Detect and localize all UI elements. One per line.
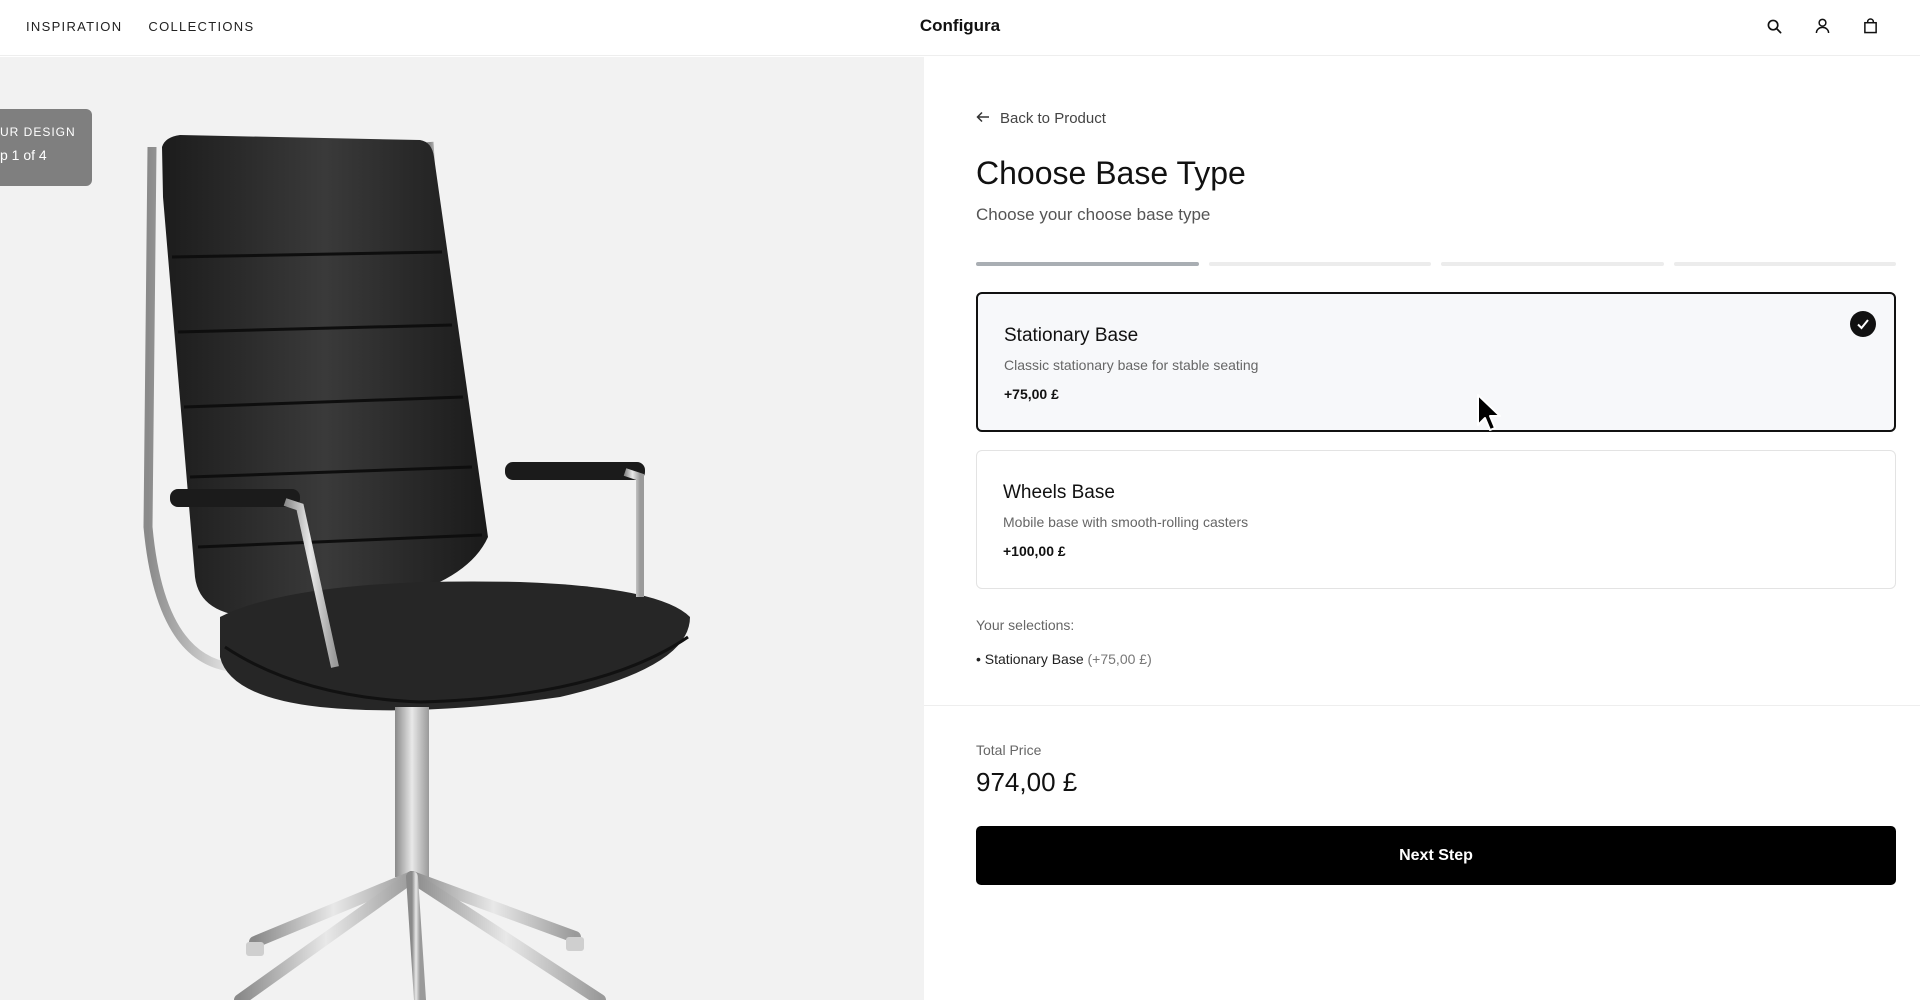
back-link-label: Back to Product: [1000, 110, 1106, 127]
step-badge-title: UR DESIGN: [0, 125, 76, 139]
header-actions: [1764, 16, 1880, 36]
page-subtitle: Choose your choose base type: [976, 205, 1211, 224]
total-price-label: Total Price: [976, 742, 1042, 758]
option-name: Stationary Base: [1004, 325, 1139, 346]
option-name: Wheels Base: [1003, 482, 1115, 503]
selection-item-name: • Stationary Base: [976, 651, 1084, 667]
option-stationary-base[interactable]: Stationary Base Classic stationary base …: [976, 292, 1896, 432]
progress-step-2: [1208, 262, 1431, 266]
selection-item: • Stationary Base (+75,00 £): [976, 651, 1152, 667]
option-description: Classic stationary base for stable seati…: [1004, 357, 1259, 373]
back-to-product-link[interactable]: Back to Product: [976, 110, 1106, 127]
progress-step-3: [1441, 262, 1664, 266]
next-step-button[interactable]: Next Step: [976, 826, 1896, 885]
mouse-cursor-icon: [1477, 394, 1501, 431]
top-header: INSPIRATION COLLECTIONS Configura: [0, 0, 1920, 56]
search-icon[interactable]: [1764, 16, 1784, 36]
step-badge: UR DESIGN p 1 of 4: [0, 109, 92, 186]
option-price: +100,00 £: [1003, 543, 1066, 559]
user-icon[interactable]: [1812, 16, 1832, 36]
page-title: Choose Base Type: [976, 155, 1246, 191]
option-description: Mobile base with smooth-rolling casters: [1003, 514, 1249, 530]
bag-icon[interactable]: [1860, 16, 1880, 36]
step-progress: [976, 262, 1896, 266]
brand-logo[interactable]: Configura: [0, 16, 1920, 36]
option-price: +75,00 £: [1004, 386, 1059, 402]
configurator-panel: Back to Product Choose Base Type Choose …: [924, 57, 1920, 1000]
total-price-value: 974,00 £: [976, 767, 1078, 797]
arrow-left-icon: [976, 110, 990, 127]
product-preview: UR DESIGN p 1 of 4: [0, 57, 924, 1000]
step-badge-counter: p 1 of 4: [0, 147, 47, 163]
divider: [924, 705, 1920, 706]
office-chair-image: [143, 135, 690, 1000]
progress-step-1: [976, 262, 1199, 266]
progress-step-4: [1673, 262, 1896, 266]
checkmark-icon: [1850, 311, 1876, 337]
option-wheels-base[interactable]: Wheels Base Mobile base with smooth-roll…: [976, 450, 1896, 589]
selection-item-price: (+75,00 £): [1087, 651, 1152, 667]
selections-label: Your selections:: [976, 617, 1075, 633]
